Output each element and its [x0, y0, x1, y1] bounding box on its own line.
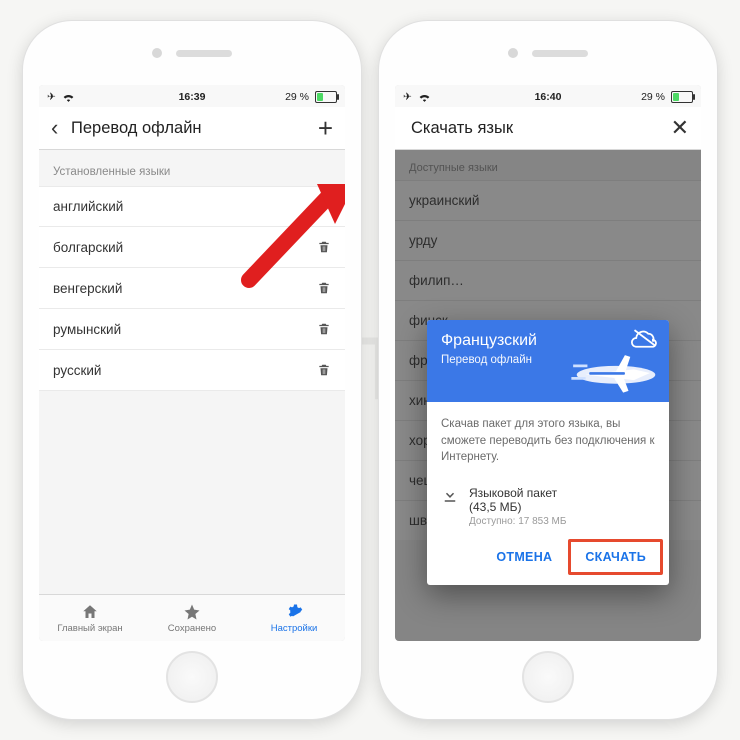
airplane-mode-icon: ✈: [47, 91, 56, 103]
language-row[interactable]: русский: [39, 349, 345, 391]
language-name: болгарский: [53, 240, 317, 255]
screen-right: ✈ 16:40 29 % Скачать язык ✕ Доступные яз…: [395, 85, 701, 641]
navbar-left: ‹ Перевод офлайн +: [39, 107, 345, 150]
dialog-header: Французский Перевод офлайн: [427, 320, 669, 402]
language-name: английский: [53, 199, 331, 214]
language-name: русский: [53, 363, 317, 378]
pack-size: (43,5 МБ): [469, 500, 566, 514]
language-row[interactable]: румынский: [39, 308, 345, 349]
available-languages-panel: Доступные языки украинскийурдуфилип…финс…: [395, 150, 701, 641]
status-bar: ✈ 16:40 29 %: [395, 85, 701, 107]
page-title: Перевод офлайн: [71, 119, 313, 138]
language-name: румынский: [53, 322, 317, 337]
airplane-icon: [571, 348, 661, 398]
home-button[interactable]: [166, 651, 218, 703]
page-title: Скачать язык: [411, 119, 669, 138]
close-button[interactable]: ✕: [669, 115, 689, 141]
battery-icon: [315, 91, 337, 103]
airplane-mode-icon: ✈: [403, 91, 412, 103]
download-icon: [441, 486, 459, 504]
tab-home-label: Главный экран: [57, 623, 122, 634]
wifi-icon: [62, 92, 75, 102]
trash-icon[interactable]: [317, 239, 331, 255]
tab-saved[interactable]: Сохранено: [141, 595, 243, 641]
installed-languages-panel: Установленные языки английский болгарский…: [39, 150, 345, 598]
tab-settings-label: Настройки: [271, 623, 318, 634]
dialog-body: Скачав пакет для этого языка, вы сможете…: [427, 402, 669, 476]
star-icon: [183, 603, 201, 621]
back-button[interactable]: ‹: [51, 117, 71, 139]
download-language-dialog: Французский Перевод офлайн: [427, 320, 669, 585]
section-header-installed: Установленные языки: [39, 150, 345, 186]
language-row[interactable]: болгарский: [39, 226, 345, 267]
battery-icon: [671, 91, 693, 103]
status-time: 16:40: [535, 91, 562, 103]
language-row[interactable]: английский: [39, 186, 345, 226]
pack-title: Языковой пакет: [469, 486, 566, 500]
status-bar: ✈ 16:39 29 %: [39, 85, 345, 107]
wifi-icon: [418, 92, 431, 102]
home-button[interactable]: [522, 651, 574, 703]
download-button[interactable]: СКАЧАТЬ: [568, 539, 663, 575]
trash-icon[interactable]: [317, 280, 331, 296]
tab-bar: Главный экран Сохранено Настройки: [39, 594, 345, 641]
tab-settings[interactable]: Настройки: [243, 595, 345, 641]
cancel-button[interactable]: ОТМЕНА: [482, 539, 566, 575]
home-icon: [81, 603, 99, 621]
add-language-button[interactable]: +: [313, 113, 333, 144]
tab-saved-label: Сохранено: [168, 623, 216, 634]
language-row[interactable]: венгерский: [39, 267, 345, 308]
gear-icon: [285, 603, 303, 621]
language-name: венгерский: [53, 281, 317, 296]
phone-left: ✈ 16:39 29 % ‹ Перевод офлайн + Установл…: [22, 20, 362, 720]
language-pack-row: Языковой пакет (43,5 МБ) Доступно: 17 85…: [427, 476, 669, 531]
phone-right: ✈ 16:40 29 % Скачать язык ✕ Доступные яз…: [378, 20, 718, 720]
screen-left: ✈ 16:39 29 % ‹ Перевод офлайн + Установл…: [39, 85, 345, 641]
trash-icon[interactable]: [317, 321, 331, 337]
trash-icon[interactable]: [317, 362, 331, 378]
status-time: 16:39: [179, 91, 206, 103]
tab-home[interactable]: Главный экран: [39, 595, 141, 641]
status-battery-text: 29 %: [285, 91, 309, 103]
status-battery-text: 29 %: [641, 91, 665, 103]
navbar-right: Скачать язык ✕: [395, 107, 701, 150]
pack-available: Доступно: 17 853 МБ: [469, 516, 566, 527]
cloud-off-icon: [631, 328, 659, 348]
